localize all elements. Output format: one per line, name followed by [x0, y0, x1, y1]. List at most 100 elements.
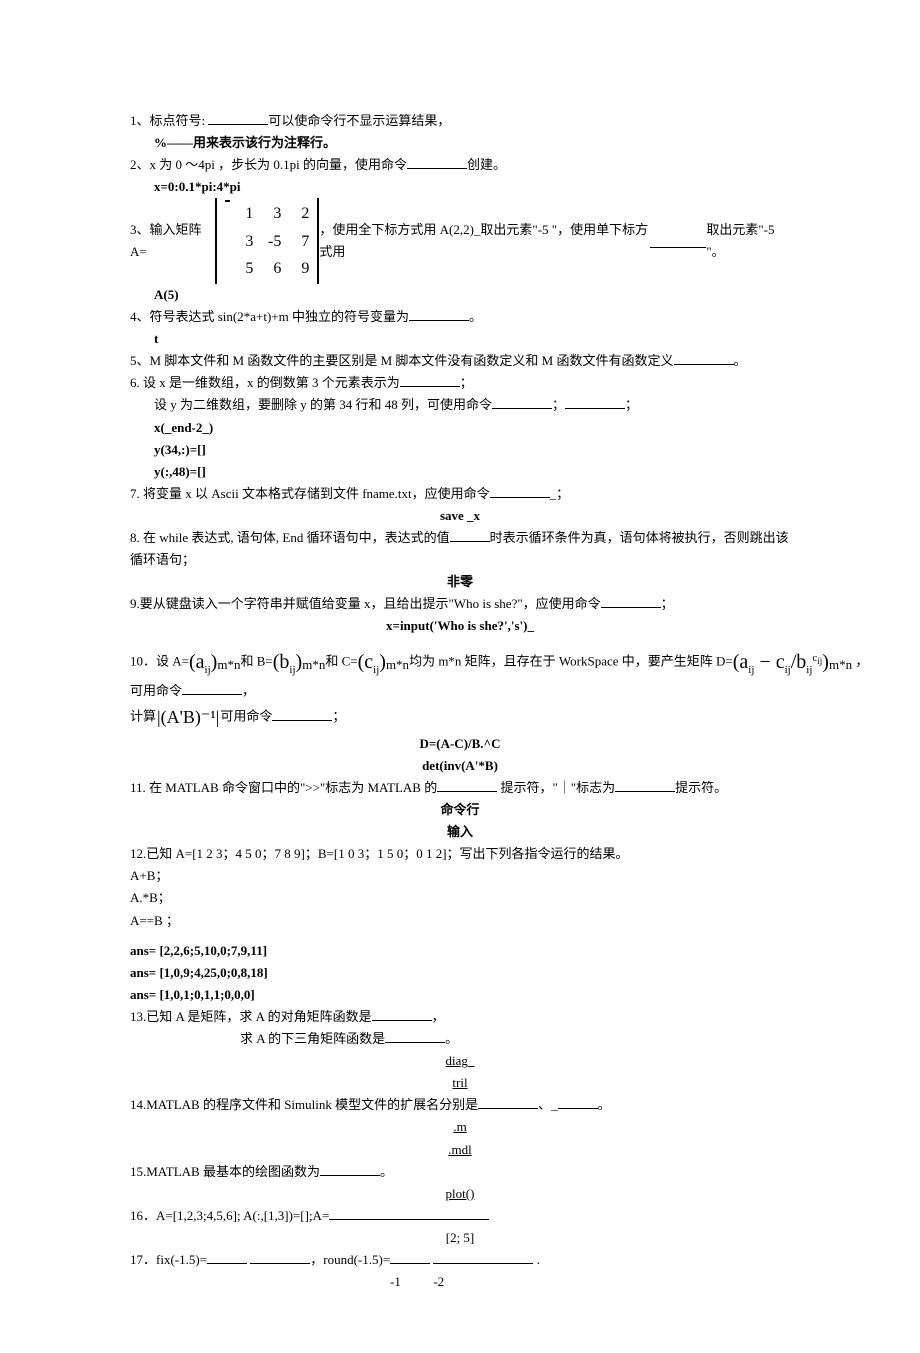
blank	[478, 1095, 538, 1109]
blank	[558, 1095, 598, 1109]
cell: -5	[253, 228, 281, 255]
q6-line1-a: 6. 设 x 是一维数组，x 的倒数第 3 个元素表示为	[130, 375, 400, 390]
q5: 5、M 脚本文件和 M 函数文件的主要区别是 M 脚本文件没有函数定义和 M 函…	[130, 350, 790, 372]
q12-line3: A.*B；	[130, 887, 790, 909]
q10-line3-c: ；	[332, 709, 345, 724]
q10-line3-a: 计算	[130, 709, 156, 724]
q3-text-a: 3、输入矩阵 A=	[130, 219, 215, 263]
blank	[250, 1250, 310, 1264]
q3: 3、输入矩阵 A= 132 3-57 569 ，使用全下标方式用 A(2,2)_…	[130, 198, 790, 284]
q11-text-b: 提示符，"｜"标志为	[500, 780, 615, 795]
q10-line2-a: 可用命令	[130, 683, 182, 698]
q11-ans1: 命令行	[130, 799, 790, 821]
q10-ans2: det(inv(A'*B)	[130, 755, 790, 777]
cell: 1	[225, 200, 253, 227]
cell: 6	[253, 255, 281, 282]
q9-answer: x=input('Who is she?','s')_	[130, 615, 790, 637]
q1-answer: %——用来表示该行为注释行。	[130, 132, 790, 154]
q12-line2: A+B；	[130, 865, 790, 887]
t: )	[379, 651, 386, 673]
q14-ans2: .mdl	[130, 1139, 790, 1161]
q4-answer: t	[130, 328, 790, 350]
formula-c: (cij)	[358, 651, 386, 673]
cell: 9	[281, 255, 309, 282]
q12-ans2: ans= [1,0,9;4,25,0;0,8,18]	[130, 962, 790, 984]
q15-text-b: 。	[380, 1164, 393, 1179]
q11-text-a: 11. 在 MATLAB 命令窗口中的">>"标志为 MATLAB 的	[130, 780, 437, 795]
q16: 16．A=[1,2,3;4,5,6]; A(:,[1,3])=[];A=	[130, 1205, 790, 1227]
formula-b: (bij)	[273, 651, 302, 673]
q14-ans1: .m	[130, 1116, 790, 1138]
q17-text-a: 17．fix(-1.5)=	[130, 1252, 207, 1267]
blank	[372, 1007, 432, 1021]
t: m*n	[386, 657, 409, 672]
q14-text-a: 14.MATLAB 的程序文件和 Simulink 模型文件的扩展名分别是	[130, 1097, 478, 1112]
q7-text-b: _；	[550, 486, 570, 501]
q6-line2-a: 设 y 为二维数组，要删除 y 的第 34 行和 48 列，可使用命令	[154, 397, 492, 412]
q6-ans2: y(34,:)=[]	[130, 439, 790, 461]
t: m*n	[829, 657, 852, 672]
blank	[182, 681, 242, 695]
q11-ans2: 输入	[130, 821, 790, 843]
blank	[207, 1250, 247, 1264]
q11-text-c: 提示符。	[675, 780, 727, 795]
q2-text-a: 2、x 为 0 ～4pi ，步长为 0.1pi 的向量，使用命令	[130, 157, 407, 172]
q17: 17．fix(-1.5)= ，round(-1.5)= .	[130, 1249, 790, 1271]
q14: 14.MATLAB 的程序文件和 Simulink 模型文件的扩展名分别是、_。	[130, 1094, 790, 1116]
t: − c	[754, 651, 784, 673]
t: 均为 m*n 矩阵，且存在于 WorkSpace 中，要产生矩阵 D=	[409, 654, 733, 669]
q12-line1: 12.已知 A=[1 2 3；4 5 0；7 8 9]；B=[1 0 3；1 5…	[130, 843, 790, 865]
q13-line2-b: 。	[445, 1031, 458, 1046]
q2: 2、x 为 0 ～4pi ，步长为 0.1pi 的向量，使用命令 创建。	[130, 154, 790, 176]
q3-answer: A(5)	[130, 284, 790, 306]
q8-answer: 非零	[130, 571, 790, 593]
blank	[450, 528, 490, 542]
t: 和 C=	[325, 654, 357, 669]
q14-text-b: 、_	[538, 1097, 558, 1112]
q13-line1: 13.已知 A 是矩阵，求 A 的对角矩阵函数是，	[130, 1006, 790, 1028]
q6-line2-b: ；	[552, 397, 565, 412]
q3-text-c: 取出元素"-5 "。	[706, 219, 790, 263]
t: (c	[358, 651, 374, 673]
q12-line4: A==B ；	[130, 910, 790, 932]
q16-text-a: 16．A=[1,2,3;4,5,6]; A(:,[1,3])=[];A=	[130, 1208, 329, 1223]
q1: 1、标点符号: 可以使命令行不显示运算结果，	[130, 110, 790, 132]
cell: 7	[281, 228, 309, 255]
q2-answer: x=0:0.1*pi:4*pi	[130, 176, 790, 198]
q7-answer: save _x	[130, 505, 790, 527]
t: (a	[733, 651, 749, 673]
q6-ans1: x(_end-2_)	[130, 417, 790, 439]
formula-calc: |(A'B)⁻¹|	[156, 706, 220, 728]
q13-line2: 求 A 的下三角矩阵函数是 。	[130, 1028, 790, 1050]
blank	[390, 1250, 430, 1264]
blank	[208, 111, 268, 125]
blank	[407, 155, 467, 169]
blank	[601, 594, 661, 608]
q13-line2-a: 求 A 的下三角矩阵函数是	[240, 1031, 385, 1046]
q10-ans1: D=(A-C)/B.^C	[130, 733, 790, 755]
blank	[437, 778, 497, 792]
q4: 4、符号表达式 sin(2*a+t)+m 中独立的符号变量为。	[130, 306, 790, 328]
t: m*n	[217, 657, 240, 672]
blank	[400, 373, 460, 387]
t: /b	[791, 651, 807, 673]
q10-a: 10．设 A=	[130, 654, 189, 669]
q2-text-b: 创建。	[467, 157, 506, 172]
formula-d: (aij − cij/bijcij)	[733, 651, 829, 673]
q15: 15.MATLAB 最基本的绘图函数为。	[130, 1161, 790, 1183]
blank	[320, 1162, 380, 1176]
blank	[433, 1250, 533, 1264]
q17-text-c: .	[533, 1252, 540, 1267]
blank	[674, 351, 734, 365]
q1-text-b: 可以使命令行不显示运算结果，	[268, 113, 450, 128]
q12-ans3: ans= [1,0,1;0,1,1;0,0,0]	[130, 984, 790, 1006]
blank	[409, 307, 469, 321]
cell: 5	[225, 255, 253, 282]
t: (b	[273, 651, 290, 673]
t: m*n	[302, 657, 325, 672]
q6-line1-b: ；	[460, 375, 473, 390]
blank	[650, 234, 706, 248]
blank	[490, 484, 550, 498]
cell: 3	[225, 228, 253, 255]
q4-text-b: 。	[469, 309, 482, 324]
